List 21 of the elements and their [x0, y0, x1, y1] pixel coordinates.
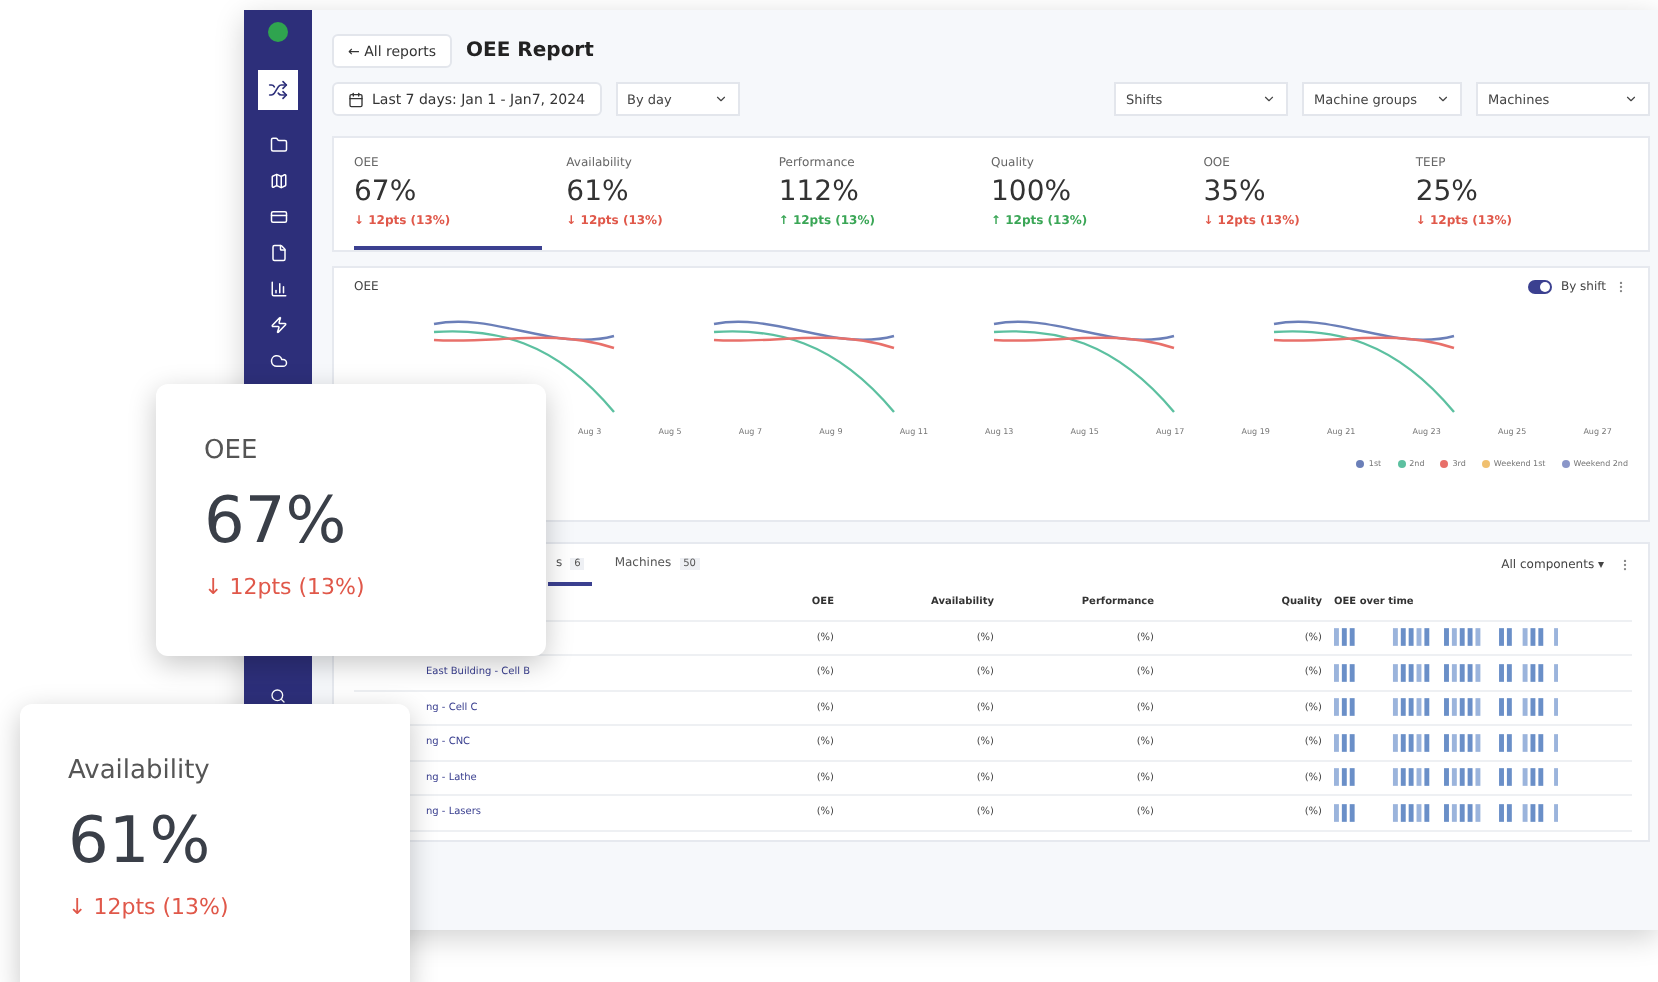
card-value: 61% — [68, 802, 213, 878]
shuffle-icon[interactable] — [258, 70, 298, 110]
kpi-value: 112% — [778, 176, 861, 208]
calendar-icon — [348, 91, 364, 107]
caret-icon — [1624, 92, 1638, 106]
card-label: OEE — [204, 436, 260, 466]
card-delta: ↓ 12pts (13%) — [68, 894, 229, 920]
page-title: OEE Report — [466, 40, 594, 62]
kpi-value: 67% — [354, 176, 419, 208]
caret-icon — [713, 92, 728, 106]
kpi-value: 61% — [566, 176, 631, 208]
caret-icon — [1436, 92, 1450, 106]
card-label: Availability — [68, 756, 212, 786]
card-value: 67% — [204, 482, 349, 558]
kpi-value: 25% — [1415, 176, 1480, 208]
kpi-value: 100% — [991, 176, 1074, 208]
card-delta: ↓ 12pts (13%) — [204, 574, 365, 600]
kpi-value: 35% — [1203, 176, 1268, 208]
toggle-switch[interactable] — [1528, 280, 1553, 294]
caret-icon — [1262, 92, 1276, 106]
logo-icon — [268, 22, 288, 42]
